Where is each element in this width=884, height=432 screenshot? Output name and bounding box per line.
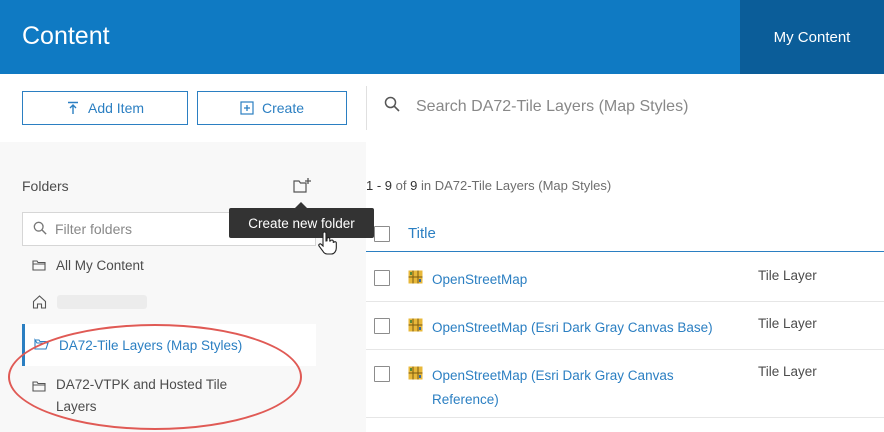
add-item-label: Add Item (87, 100, 145, 116)
folder-icon (32, 258, 46, 275)
table-row[interactable]: OpenStreetMap (Esri Dark Gray Canvas Ref… (366, 350, 884, 418)
item-title-link[interactable]: OpenStreetMap (Esri Dark Gray Canvas Bas… (432, 316, 732, 340)
filter-placeholder: Filter folders (55, 221, 133, 237)
search-placeholder: Search DA72-Tile Layers (Map Styles) (416, 97, 689, 115)
table-row[interactable]: OpenStreetMap Tile Layer (366, 254, 884, 302)
new-folder-icon[interactable] (292, 176, 312, 196)
create-folder-tooltip: Create new folder (229, 202, 374, 238)
item-type: Tile Layer (758, 364, 817, 379)
item-title-link[interactable]: OpenStreetMap (Esri Dark Gray Canvas Ref… (432, 364, 732, 412)
tab-my-content[interactable]: My Content (740, 0, 884, 74)
page-title: Content (22, 22, 110, 50)
create-button[interactable]: Create (197, 91, 347, 125)
folder-label: All My Content (56, 258, 144, 273)
search-input[interactable]: Search DA72-Tile Layers (Map Styles) (384, 96, 688, 117)
tile-layer-icon (408, 366, 423, 380)
folder-item-all-my-content[interactable]: All My Content (22, 258, 316, 275)
search-icon (33, 221, 47, 238)
content-list: 1 - 9 of 9 in DA72-Tile Layers (Map Styl… (366, 142, 884, 432)
search-icon (384, 96, 400, 117)
column-title[interactable]: Title (408, 225, 436, 242)
item-title-link[interactable]: OpenStreetMap (432, 268, 732, 292)
toolbar: Add Item Create Search DA72-Tile Layers … (0, 74, 884, 142)
plus-box-icon (240, 101, 254, 115)
item-type: Tile Layer (758, 316, 817, 331)
hand-cursor-icon (316, 230, 338, 256)
upload-icon (66, 101, 80, 115)
redacted-username (57, 295, 147, 309)
results-count: 1 - 9 of 9 in DA72-Tile Layers (Map Styl… (366, 178, 612, 193)
add-item-button[interactable]: Add Item (22, 91, 188, 125)
tile-layer-icon (408, 318, 423, 332)
folders-heading: Folders (22, 178, 69, 194)
row-checkbox[interactable] (374, 366, 390, 382)
select-all-checkbox[interactable] (374, 225, 390, 242)
home-icon (32, 294, 47, 312)
row-checkbox[interactable] (374, 318, 390, 334)
app-header: Content My Content (0, 0, 884, 74)
table-header: Title (366, 216, 884, 252)
tile-layer-icon (408, 270, 423, 284)
row-checkbox[interactable] (374, 270, 390, 286)
create-label: Create (261, 100, 305, 116)
folder-item-home[interactable] (22, 294, 316, 312)
table-row[interactable]: OpenStreetMap (Esri Dark Gray Canvas Bas… (366, 302, 884, 350)
item-type: Tile Layer (758, 268, 817, 283)
highlight-annotation (8, 324, 302, 430)
toolbar-divider (366, 86, 367, 130)
